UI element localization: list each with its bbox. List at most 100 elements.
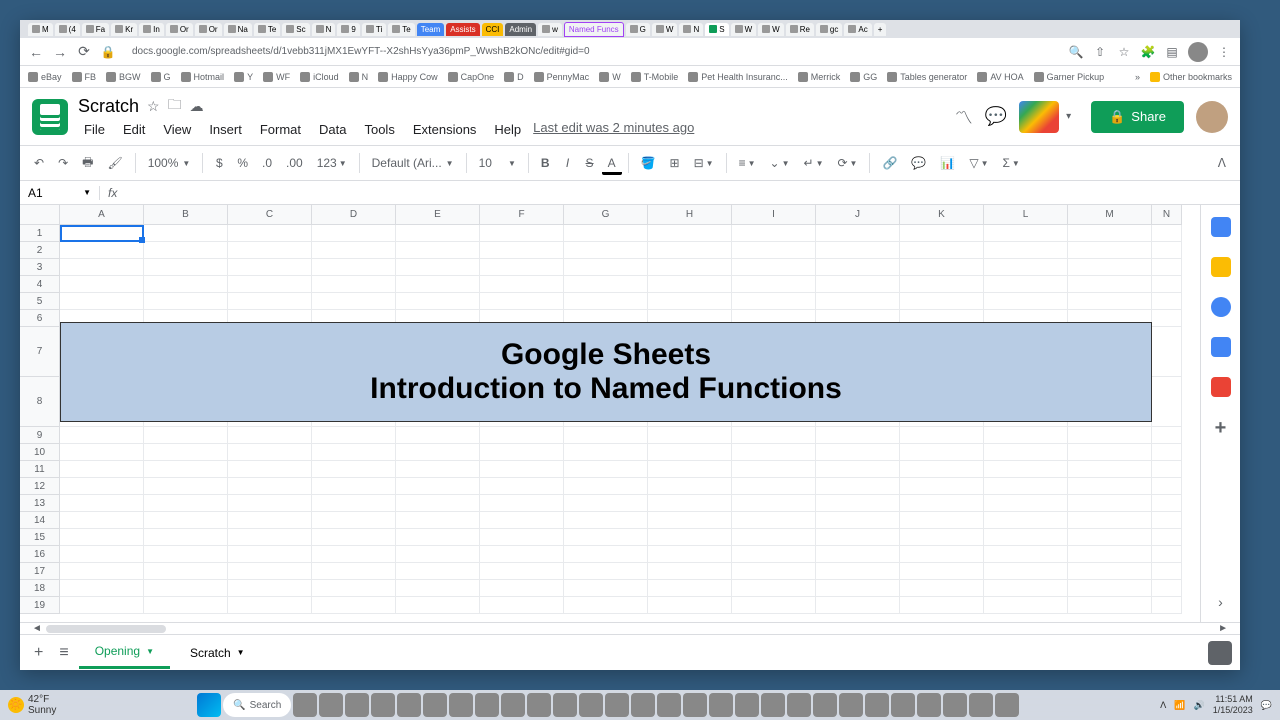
cell[interactable] (816, 597, 900, 614)
cell[interactable] (144, 563, 228, 580)
profile-avatar[interactable] (1188, 42, 1208, 62)
horizontal-scrollbar[interactable]: ◄ ► (20, 622, 1240, 634)
cell[interactable] (1068, 225, 1152, 242)
comment-button[interactable]: 💬 (905, 152, 932, 174)
tray-chevron-icon[interactable]: ᐱ (1160, 700, 1166, 711)
cell[interactable] (396, 461, 480, 478)
taskbar-app-icon[interactable] (293, 693, 317, 717)
explore-button[interactable] (1208, 641, 1232, 665)
row-header[interactable]: 2 (20, 242, 60, 259)
cell[interactable] (1152, 225, 1182, 242)
cell[interactable] (732, 512, 816, 529)
cell[interactable] (1068, 529, 1152, 546)
cell[interactable] (1152, 580, 1182, 597)
cell[interactable] (1152, 563, 1182, 580)
zoom-icon[interactable]: 🔍 (1068, 44, 1084, 60)
menu-tools[interactable]: Tools (358, 120, 400, 139)
cell[interactable] (984, 495, 1068, 512)
menu-extensions[interactable]: Extensions (407, 120, 483, 139)
cell[interactable] (648, 546, 732, 563)
reading-list-icon[interactable]: ▤ (1164, 44, 1180, 60)
browser-tab[interactable]: G (626, 23, 650, 36)
row-header[interactable]: 16 (20, 546, 60, 563)
taskbar-app-icon[interactable] (995, 693, 1019, 717)
bookmarks-overflow[interactable]: » (1135, 72, 1140, 82)
cell[interactable] (564, 276, 648, 293)
cell[interactable] (1068, 242, 1152, 259)
addons-plus-icon[interactable]: + (1215, 417, 1227, 440)
cell[interactable] (984, 293, 1068, 310)
cell[interactable] (312, 478, 396, 495)
col-header[interactable]: C (228, 205, 312, 225)
comments-icon[interactable]: 💬 (985, 106, 1007, 127)
cell[interactable] (480, 461, 564, 478)
browser-tab[interactable]: (4 (55, 23, 80, 36)
cell[interactable] (144, 461, 228, 478)
browser-tab[interactable]: Fa (82, 23, 109, 36)
cell[interactable] (648, 444, 732, 461)
bookmark[interactable]: N (349, 72, 369, 82)
cell[interactable] (648, 478, 732, 495)
taskbar-app-icon[interactable] (735, 693, 759, 717)
bookmark[interactable]: PennyMac (534, 72, 590, 82)
browser-tab[interactable]: Admin (505, 23, 536, 36)
taskbar-app-icon[interactable] (761, 693, 785, 717)
cell[interactable] (1152, 310, 1182, 327)
cell[interactable] (1068, 427, 1152, 444)
star-icon[interactable]: ☆ (147, 98, 160, 115)
cell[interactable] (984, 242, 1068, 259)
cell[interactable] (60, 478, 144, 495)
bookmark[interactable]: GG (850, 72, 877, 82)
taskbar-app-icon[interactable] (917, 693, 941, 717)
cell[interactable] (144, 427, 228, 444)
bookmark[interactable]: Tables generator (887, 72, 967, 82)
share-button[interactable]: 🔒 Share (1091, 101, 1184, 133)
cell[interactable] (1152, 546, 1182, 563)
account-avatar[interactable] (1196, 101, 1228, 133)
menu-icon[interactable]: ⋮ (1216, 44, 1232, 60)
cell[interactable] (732, 495, 816, 512)
browser-tab-active[interactable]: S (705, 23, 728, 36)
calendar-icon[interactable] (1211, 217, 1231, 237)
new-tab-button[interactable]: + (874, 23, 887, 36)
cell[interactable] (648, 276, 732, 293)
browser-tab[interactable]: Na (224, 23, 252, 36)
cell[interactable] (984, 444, 1068, 461)
cell[interactable] (60, 529, 144, 546)
row-header[interactable]: 10 (20, 444, 60, 461)
cell[interactable] (900, 512, 984, 529)
taskbar-search[interactable]: 🔍 Search (223, 693, 291, 717)
cell[interactable] (1152, 512, 1182, 529)
cell[interactable] (648, 225, 732, 242)
menu-help[interactable]: Help (488, 120, 527, 139)
cell[interactable] (480, 580, 564, 597)
cell[interactable] (564, 478, 648, 495)
cell[interactable] (732, 478, 816, 495)
cell[interactable] (396, 580, 480, 597)
maps-icon[interactable] (1211, 377, 1231, 397)
cell[interactable] (144, 276, 228, 293)
row-header[interactable]: 19 (20, 597, 60, 614)
cell[interactable] (228, 597, 312, 614)
cell[interactable] (144, 259, 228, 276)
select-all-corner[interactable] (20, 205, 60, 225)
bookmark[interactable]: Hotmail (181, 72, 225, 82)
row-header[interactable]: 3 (20, 259, 60, 276)
contacts-icon[interactable] (1211, 337, 1231, 357)
row-header[interactable]: 1 (20, 225, 60, 242)
taskbar-app-icon[interactable] (501, 693, 525, 717)
cell[interactable] (732, 242, 816, 259)
cell[interactable] (60, 495, 144, 512)
collapse-side-panel-icon[interactable]: › (1218, 594, 1223, 610)
cell[interactable] (648, 529, 732, 546)
browser-tab[interactable]: M (28, 23, 53, 36)
cell[interactable] (312, 529, 396, 546)
cell[interactable] (900, 444, 984, 461)
cell[interactable] (648, 293, 732, 310)
cell[interactable] (228, 242, 312, 259)
cell[interactable] (1152, 478, 1182, 495)
font-size-select[interactable]: 10▼ (473, 152, 522, 174)
col-header[interactable]: G (564, 205, 648, 225)
taskbar-app-icon[interactable] (839, 693, 863, 717)
taskbar-app-icon[interactable] (345, 693, 369, 717)
